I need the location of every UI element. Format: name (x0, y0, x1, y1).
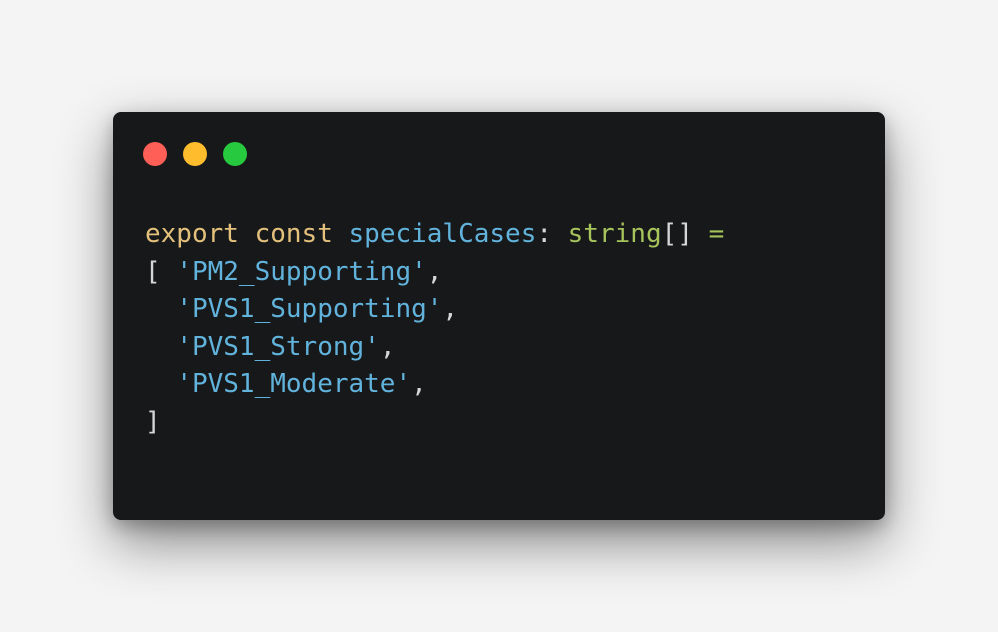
code-line-3: 'PVS1_Supporting', (145, 291, 724, 329)
code-line-4: 'PVS1_Strong', (145, 329, 724, 367)
minimize-dot-icon[interactable] (183, 142, 207, 166)
comma: , (379, 331, 396, 362)
code-line-1: export const specialCases: string[] = (145, 216, 724, 254)
string-value: 'PVS1_Strong' (176, 331, 380, 362)
string-value: 'PVS1_Moderate' (176, 369, 412, 399)
keyword-export: export (145, 219, 239, 249)
comma: , (411, 369, 427, 399)
code-line-6: ] (145, 404, 724, 442)
open-bracket: [ (145, 256, 161, 287)
equals-operator: = (708, 219, 725, 249)
code-line-5: 'PVS1_Moderate', (145, 366, 724, 404)
code-window: export const specialCases: string[] =[ '… (113, 112, 885, 520)
string-value: 'PVS1_Supporting' (176, 294, 443, 324)
code-block: export const specialCases: string[] =[ '… (145, 216, 724, 441)
comma: , (426, 256, 443, 287)
type-string: string (567, 219, 662, 249)
close-bracket: ] (145, 406, 161, 437)
keyword-const: const (254, 219, 333, 249)
maximize-dot-icon[interactable] (223, 142, 247, 166)
code-line-2: [ 'PM2_Supporting', (145, 254, 724, 292)
string-value: 'PM2_Supporting' (176, 256, 427, 287)
identifier-specialCases: specialCases (348, 219, 537, 249)
colon: : (536, 219, 553, 249)
array-brackets: [] (661, 219, 693, 249)
close-dot-icon[interactable] (143, 142, 167, 166)
comma: , (442, 294, 459, 324)
